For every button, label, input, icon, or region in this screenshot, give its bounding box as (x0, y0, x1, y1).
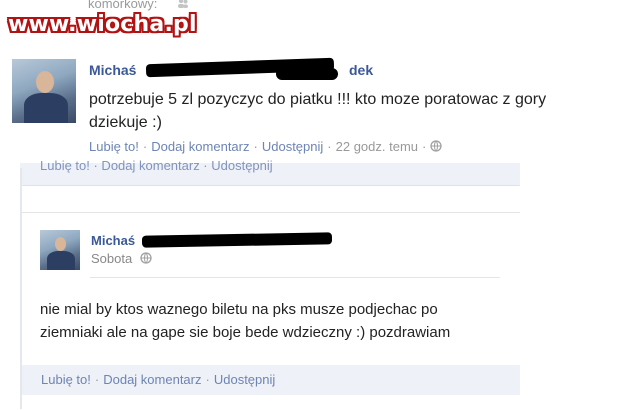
post2-share-link[interactable]: Udostępnij (214, 372, 275, 387)
post2-header-divider (90, 277, 500, 278)
post1-comment-link[interactable]: Dodaj komentarz (151, 139, 249, 154)
post1-author-first[interactable]: Michaś (89, 62, 136, 78)
globe-icon (430, 140, 443, 152)
post2-comment-link[interactable]: Dodaj komentarz (103, 372, 201, 387)
post1-like-link[interactable]: Lubię to! (89, 139, 139, 154)
post1-message-line1: potrzebuje 5 zl pozyczyc do piatku !!! k… (89, 91, 547, 108)
post1-author-suffix[interactable]: dek (349, 62, 373, 78)
post1-avatar[interactable] (12, 59, 76, 123)
post2-author-name[interactable]: Michaś (91, 233, 135, 248)
post1-author-name[interactable]: Michaś (89, 62, 136, 78)
post2-date: Sobota (91, 251, 152, 266)
post1-message-line2: dziekuje :) (89, 114, 162, 131)
post1-actions: Lubię to! · Dodaj komentarz · Udostępnij · 22 … (89, 139, 443, 154)
post1-timestamp[interactable]: 22 godz. temu (336, 139, 418, 154)
post2-actions: Lubię to! · Dodaj komentarz · Udostępnij (41, 372, 276, 387)
post2-date-label[interactable]: Sobota (91, 251, 132, 266)
post2-message-line1: nie mial by ktos waznego biletu na pks m… (40, 301, 438, 318)
friends-icon (178, 0, 188, 8)
post2-like-link[interactable]: Lubię to! (41, 372, 91, 387)
post2-message-line2: ziemniaki ale na gape sie boje bede wdzi… (40, 324, 451, 341)
post2-avatar[interactable] (40, 230, 80, 270)
globe-icon (140, 252, 152, 264)
obscured-actions-text: Lubię to! · Dodaj komentarz · Udostępnij (40, 158, 273, 173)
post1-share-link[interactable]: Udostępnij (262, 139, 323, 154)
site-watermark: www.wiocha.pl (8, 12, 197, 37)
post1-message: potrzebuje 5 zl pozyczyc do piatku !!! k… (89, 88, 609, 134)
post2-message: nie mial by ktos waznego biletu na pks m… (40, 298, 510, 344)
censor-bar (276, 68, 338, 80)
header-leftover-text: komórkowy: (88, 0, 158, 11)
